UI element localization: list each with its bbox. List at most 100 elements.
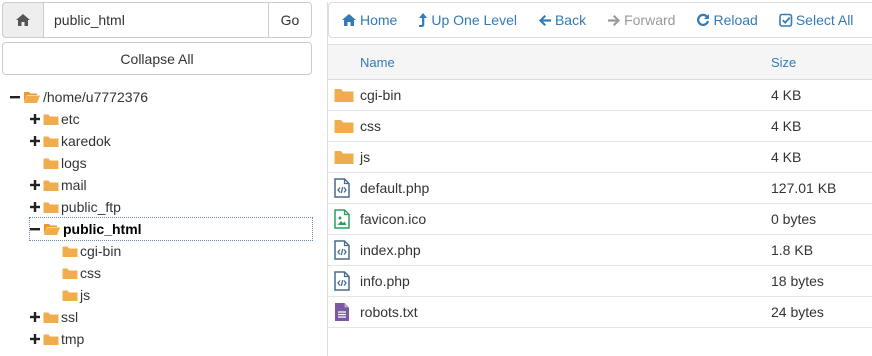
expand-toggle-icon[interactable] (30, 334, 40, 344)
tree-item-js[interactable]: js (62, 284, 90, 306)
folder-icon (62, 268, 78, 279)
expand-toggle-icon[interactable] (30, 312, 40, 322)
file-size: 127.01 KB (763, 172, 872, 204)
select-all-button[interactable]: Select All (767, 3, 863, 37)
home-icon (16, 14, 30, 26)
tree-item-root[interactable]: /home/u7772376 (10, 86, 148, 108)
row-icon-cell (328, 234, 360, 266)
tree-item-tmp[interactable]: tmp (30, 328, 84, 350)
home-button[interactable]: Home (329, 3, 406, 37)
file-size: 4 KB (763, 141, 872, 173)
file-name: index.php (360, 234, 763, 266)
table-row[interactable]: robots.txt 24 bytes (328, 296, 872, 328)
folder-icon (62, 246, 78, 257)
expand-toggle-icon[interactable] (30, 180, 40, 190)
path-input[interactable] (44, 2, 269, 38)
folder-open-icon (24, 92, 40, 103)
expand-toggle-icon[interactable] (30, 114, 40, 124)
tree-item-ssl[interactable]: ssl (30, 306, 78, 328)
home-path-button[interactable] (2, 2, 44, 38)
folder-icon (334, 151, 354, 164)
file-size: 0 bytes (763, 203, 872, 235)
collapse-all-button[interactable]: Collapse All (2, 42, 312, 75)
tree-item-public-ftp[interactable]: public_ftp (30, 196, 121, 218)
folder-icon (43, 334, 59, 345)
row-icon-cell (328, 79, 360, 111)
tree-item-label: etc (61, 111, 80, 127)
tree-item-label: css (80, 265, 101, 281)
folder-open-icon (44, 224, 60, 235)
go-button[interactable]: Go (269, 2, 312, 38)
toolbar: Home Up One Level Back Forward Reload Se… (328, 2, 872, 38)
text-file-icon (335, 303, 349, 321)
file-name: js (360, 141, 763, 173)
row-icon-cell (328, 265, 360, 297)
row-icon-cell (328, 110, 360, 142)
tree-item-label: tmp (61, 331, 85, 347)
row-icon-cell (328, 296, 360, 328)
path-bar: Go (2, 2, 312, 38)
tree-item-label: public_html (63, 221, 142, 237)
home-icon (342, 14, 356, 26)
folder-icon (43, 202, 59, 213)
folder-icon (334, 89, 354, 102)
tree-item-karedok[interactable]: karedok (30, 130, 111, 152)
table-row[interactable]: css 4 KB (328, 110, 872, 142)
home-button-label: Home (360, 12, 398, 28)
collapse-toggle-icon[interactable] (30, 224, 40, 234)
table-row[interactable]: default.php 127.01 KB (328, 172, 872, 204)
collapse-toggle-icon[interactable] (10, 92, 20, 102)
tree-item-label: karedok (61, 133, 111, 149)
forward-button[interactable]: Forward (595, 3, 684, 37)
expand-toggle-icon[interactable] (30, 202, 40, 212)
table-row[interactable]: index.php 1.8 KB (328, 234, 872, 266)
image-file-icon (334, 209, 350, 229)
up-one-level-button[interactable]: Up One Level (406, 3, 526, 37)
table-header-row: Name Size (328, 44, 872, 80)
tree-item-label: /home/u7772376 (43, 89, 149, 105)
select-all-label: Select All (795, 12, 854, 28)
row-icon-cell (328, 172, 360, 204)
tree-item-label: js (80, 287, 91, 303)
code-file-icon (334, 271, 350, 291)
table-row[interactable]: js 4 KB (328, 141, 872, 173)
table-row[interactable]: favicon.ico 0 bytes (328, 203, 872, 235)
name-column-header[interactable]: Name (360, 44, 763, 80)
forward-label: Forward (624, 12, 676, 28)
tree-item-cgi-bin[interactable]: cgi-bin (62, 240, 121, 262)
code-file-icon (334, 178, 350, 198)
file-size: 4 KB (763, 110, 872, 142)
tree-item-logs[interactable]: logs (43, 152, 87, 174)
folder-icon (62, 290, 78, 301)
tree-item-public-html[interactable]: public_html (29, 217, 313, 241)
tree-item-etc[interactable]: etc (30, 108, 80, 130)
check-square-icon (779, 13, 793, 27)
arrow-right-icon (608, 14, 621, 26)
tree-item-mail[interactable]: mail (30, 174, 87, 196)
table-row[interactable]: info.php 18 bytes (328, 265, 872, 297)
row-icon-cell (328, 203, 360, 235)
icon-column-header (328, 44, 360, 80)
file-name: favicon.ico (360, 203, 763, 235)
file-table: Name Size cgi-bin 4 KB css 4 KB js 4 KB … (328, 44, 872, 328)
file-name: default.php (360, 172, 763, 204)
file-name: cgi-bin (360, 79, 763, 111)
back-label: Back (554, 12, 587, 28)
reload-button[interactable]: Reload (684, 3, 766, 37)
tree-item-css[interactable]: css (62, 262, 101, 284)
up-one-level-label: Up One Level (431, 12, 517, 28)
file-size: 24 bytes (763, 296, 872, 328)
folder-icon (43, 180, 59, 191)
level-up-icon (419, 13, 428, 27)
back-button[interactable]: Back (526, 3, 595, 37)
folder-icon (43, 158, 59, 169)
arrow-left-icon (538, 14, 551, 26)
tree-item-label: logs (61, 155, 87, 171)
size-column-header[interactable]: Size (763, 44, 872, 80)
tree-item-label: mail (61, 177, 87, 193)
file-size: 4 KB (763, 79, 872, 111)
file-size: 18 bytes (763, 265, 872, 297)
table-row[interactable]: cgi-bin 4 KB (328, 79, 872, 111)
expand-toggle-icon[interactable] (30, 136, 40, 146)
tree-item-label: cgi-bin (80, 243, 122, 259)
